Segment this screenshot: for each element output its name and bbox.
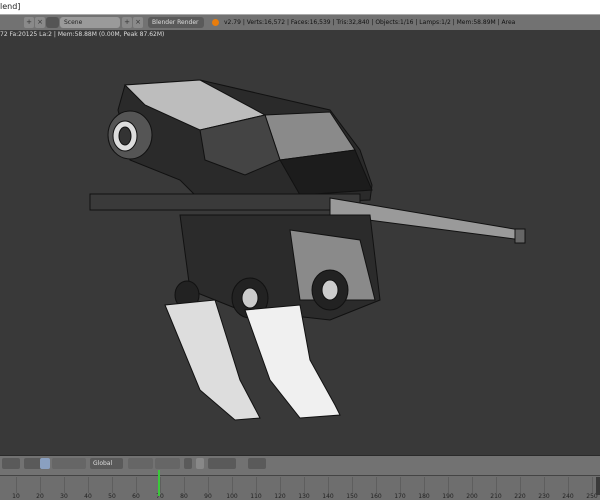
timeline-gridline <box>496 477 497 493</box>
timeline-gridline <box>400 477 401 493</box>
timeline-tick-label: 60 <box>132 493 140 500</box>
timeline-tick-label: 120 <box>274 493 286 500</box>
timeline-gridline <box>16 477 17 493</box>
timeline-gridline <box>592 477 593 493</box>
timeline-gridline <box>136 477 137 493</box>
timeline-gridline <box>232 477 233 493</box>
timeline-tick-label: 20 <box>36 493 44 500</box>
render-layer-button[interactable] <box>184 458 192 469</box>
3d-viewport[interactable] <box>0 40 600 455</box>
timeline-tick-label: 160 <box>370 493 382 500</box>
timeline-tick-label: 30 <box>60 493 68 500</box>
add-scene-button[interactable]: + <box>122 17 132 28</box>
timeline-tick-label: 80 <box>180 493 188 500</box>
timeline-gridline <box>184 477 185 493</box>
timeline-tick-label: 110 <box>250 493 262 500</box>
timeline-gridline <box>160 477 161 493</box>
timeline-gridline <box>568 477 569 493</box>
timeline-gridline <box>112 477 113 493</box>
timeline-gridline <box>448 477 449 493</box>
timeline-end-marker <box>596 477 600 495</box>
manipulator-buttons[interactable] <box>52 458 86 469</box>
timeline-tick-label: 40 <box>84 493 92 500</box>
timeline-gridline <box>352 477 353 493</box>
timeline-tick-label: 50 <box>108 493 116 500</box>
opengl-render-buttons[interactable] <box>248 458 266 469</box>
timeline-tick-label: 230 <box>538 493 550 500</box>
timeline-tick-label: 200 <box>466 493 478 500</box>
timeline-gridline <box>304 477 305 493</box>
timeline-gridline <box>520 477 521 493</box>
scene-stats: v2.79 | Verts:16,572 | Faces:16,539 | Tr… <box>224 19 516 26</box>
window-title: lend] <box>0 2 21 11</box>
timeline-gridline <box>424 477 425 493</box>
add-screen-button[interactable]: + <box>24 17 34 28</box>
timeline-gridline <box>472 477 473 493</box>
timeline[interactable]: 10 20 30 40 50 60 70 80 90 100 110 120 130 140 150 160 1… <box>0 470 600 500</box>
delete-screen-button[interactable]: × <box>35 17 45 28</box>
timeline-tick-label: 140 <box>322 493 334 500</box>
timeline-gridline <box>376 477 377 493</box>
proportional-edit-button[interactable] <box>196 458 204 469</box>
timeline-gridline <box>256 477 257 493</box>
scene-field[interactable]: Scene <box>60 17 120 28</box>
render-engine-select[interactable]: Blender Render <box>148 17 204 28</box>
timeline-tick-label: 10 <box>12 493 20 500</box>
viewport-header: Global <box>0 455 600 470</box>
timeline-gridline <box>40 477 41 493</box>
timeline-gridline <box>280 477 281 493</box>
editor-type-button[interactable] <box>2 458 20 469</box>
timeline-tick-label: 100 <box>226 493 238 500</box>
timeline-gridline <box>88 477 89 493</box>
delete-scene-button[interactable]: × <box>133 17 143 28</box>
robot-model <box>89 79 526 421</box>
window-title-bar: lend] <box>0 0 600 15</box>
info-header: + × Scene + × Blender Render v2.79 | Ver… <box>0 15 600 30</box>
shading-button[interactable] <box>40 458 50 469</box>
transform-orientation-select[interactable]: Global <box>90 458 123 469</box>
timeline-tick-label: 190 <box>442 493 454 500</box>
timeline-tick-label: 180 <box>418 493 430 500</box>
timeline-gridline <box>208 477 209 493</box>
pivot-snap-buttons[interactable] <box>208 458 236 469</box>
timeline-gridline <box>328 477 329 493</box>
timeline-header <box>0 470 600 476</box>
layer-buttons-1[interactable] <box>128 458 153 469</box>
playhead[interactable] <box>157 470 160 496</box>
timeline-tick-label: 240 <box>562 493 574 500</box>
timeline-tick-label: 170 <box>394 493 406 500</box>
scene-icon[interactable] <box>46 17 59 28</box>
timeline-tick-label: 90 <box>204 493 212 500</box>
blender-logo-icon <box>212 19 219 26</box>
timeline-gridline <box>64 477 65 493</box>
timeline-tick-label: 150 <box>346 493 358 500</box>
layer-buttons-2[interactable] <box>155 458 180 469</box>
render-info-line: 72 Fa:20125 La:2 | Mem:58.88M (0.00M, Pe… <box>0 30 600 40</box>
timeline-tick-label: 130 <box>298 493 310 500</box>
timeline-tick-label: 210 <box>490 493 502 500</box>
timeline-gridline <box>544 477 545 493</box>
timeline-tick-label: 220 <box>514 493 526 500</box>
